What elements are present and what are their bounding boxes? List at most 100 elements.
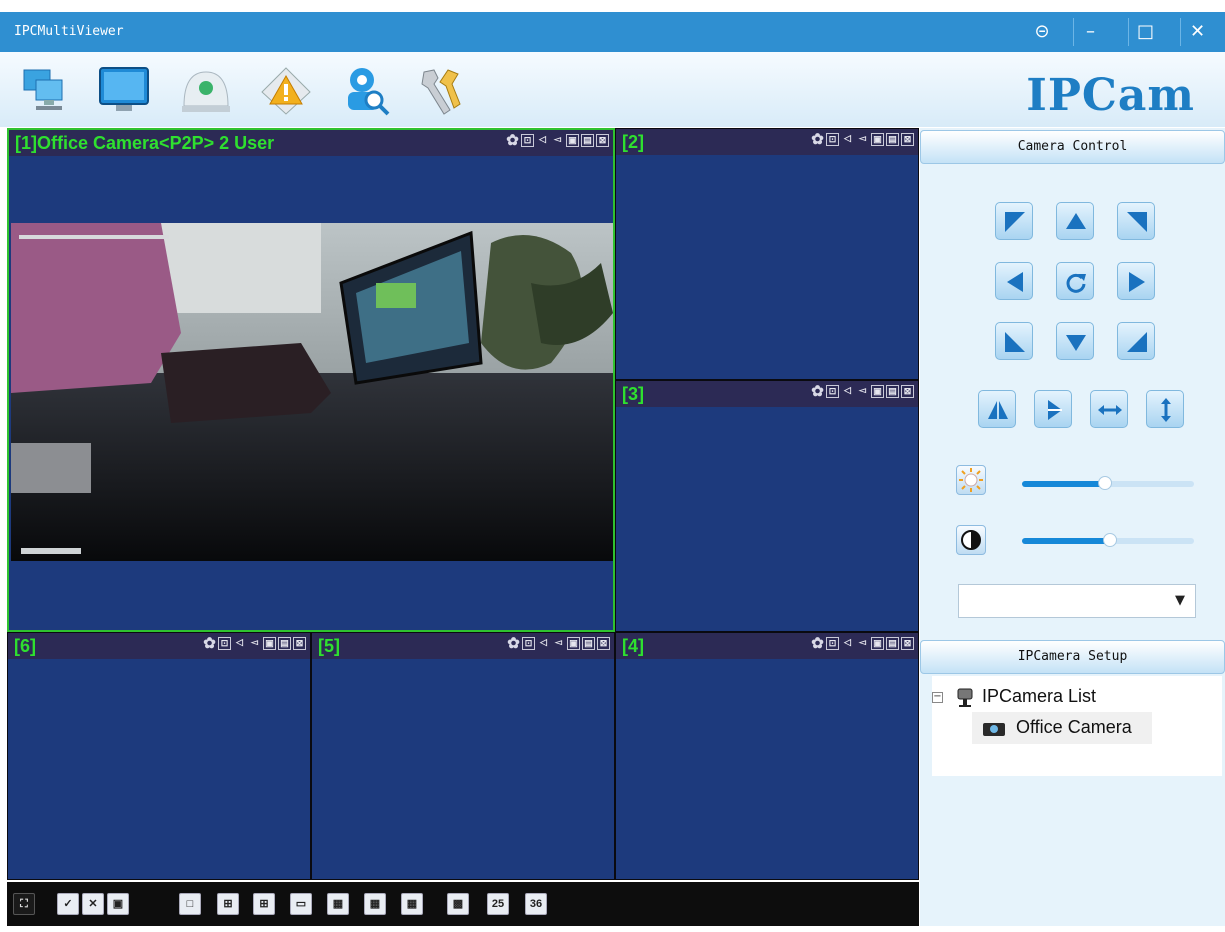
alarm-tool[interactable] [258, 64, 314, 116]
select-all-button[interactable]: ✓ [57, 893, 79, 915]
video-pane-2[interactable]: [2] ✿ ⊡ ◁ ◅ ▣ ▤ ⊠ [615, 128, 919, 380]
record-icon[interactable]: ⊡ [522, 637, 535, 650]
ptz-down-right-button[interactable] [1117, 322, 1155, 360]
ptz-up-right-button[interactable] [1117, 202, 1155, 240]
record-icon[interactable]: ⊡ [826, 133, 839, 146]
layout-10-icon: ▦ [369, 898, 381, 910]
snapshot-icon[interactable]: ▣ [871, 385, 884, 398]
layout-6-button[interactable]: ⊞ [253, 893, 275, 915]
snapshot-icon[interactable]: ▣ [567, 637, 580, 650]
mirror-button[interactable] [1034, 390, 1072, 428]
settings-icon[interactable]: ✿ [811, 132, 824, 147]
settings-icon[interactable]: ✿ [507, 636, 520, 651]
close-icon[interactable]: ⊠ [901, 133, 914, 146]
ptz-down-left-button[interactable] [995, 322, 1033, 360]
settings-icon[interactable]: ✿ [811, 384, 824, 399]
snapshot-all-button[interactable]: ▣ [107, 893, 129, 915]
layout-9-button[interactable]: ▦ [327, 893, 349, 915]
talk-icon[interactable]: ◅ [551, 134, 564, 147]
video-pane-4[interactable]: [4] ✿ ⊡ ◁ ◅ ▣ ▤ ⊠ [615, 632, 919, 880]
close-icon[interactable]: ⊠ [597, 637, 610, 650]
playback-icon[interactable]: ▤ [581, 134, 594, 147]
tree-collapse-icon[interactable]: − [932, 692, 943, 703]
record-tool[interactable] [178, 64, 234, 116]
record-icon[interactable]: ⊡ [826, 385, 839, 398]
audio-icon[interactable]: ◁ [841, 133, 854, 146]
layout-8-button[interactable]: ▭ [290, 893, 312, 915]
brightness-button[interactable] [956, 465, 986, 495]
close-icon[interactable]: ⊠ [901, 385, 914, 398]
camera-control-header[interactable]: Camera Control [920, 130, 1225, 164]
monitor-tool[interactable] [96, 64, 152, 116]
search-camera-tool[interactable] [338, 64, 394, 116]
settings-icon[interactable]: ✿ [203, 636, 216, 651]
audio-icon[interactable]: ◁ [841, 637, 854, 650]
minimize-button[interactable]: – [1073, 18, 1107, 46]
camera-list-tool[interactable] [18, 64, 74, 116]
horizontal-patrol-button[interactable] [1090, 390, 1128, 428]
layout-1-button[interactable]: □ [179, 893, 201, 915]
snapshot-icon[interactable]: ▣ [566, 134, 579, 147]
close-icon[interactable]: ⊠ [293, 637, 306, 650]
close-icon[interactable]: ⊠ [596, 134, 609, 147]
snapshot-icon[interactable]: ▣ [263, 637, 276, 650]
layout-4-button[interactable]: ⊞ [217, 893, 239, 915]
layout-25-button[interactable]: 25 [487, 893, 509, 915]
flip-vertical-button[interactable] [978, 390, 1016, 428]
settings-icon[interactable]: ✿ [811, 636, 824, 651]
close-all-button[interactable]: ✕ [82, 893, 104, 915]
layout-13-button[interactable]: ▦ [401, 893, 423, 915]
layout-36-button[interactable]: 36 [525, 893, 547, 915]
snapshot-icon[interactable]: ▣ [871, 133, 884, 146]
layout-16-button[interactable]: ▩ [447, 893, 469, 915]
brightness-slider-thumb[interactable] [1097, 476, 1112, 490]
close-button[interactable]: ✕ [1180, 18, 1214, 46]
tree-item-office-camera[interactable]: Office Camera [972, 712, 1152, 744]
talk-icon[interactable]: ◅ [856, 133, 869, 146]
tree-root[interactable]: − IPCamera List [932, 684, 1222, 712]
layout-10-button[interactable]: ▦ [364, 893, 386, 915]
menu-button[interactable]: ⊝ [1025, 18, 1059, 46]
video-pane-3[interactable]: [3] ✿ ⊡ ◁ ◅ ▣ ▤ ⊠ [615, 380, 919, 632]
audio-icon[interactable]: ◁ [233, 637, 246, 650]
ptz-up-left-button[interactable] [995, 202, 1033, 240]
playback-icon[interactable]: ▤ [582, 637, 595, 650]
ptz-up-button[interactable] [1056, 202, 1094, 240]
talk-icon[interactable]: ◅ [248, 637, 261, 650]
fullscreen-button[interactable]: ⛶ [13, 893, 35, 915]
ptz-down-button[interactable] [1056, 322, 1094, 360]
brightness-slider[interactable] [1022, 476, 1194, 490]
ptz-right-button[interactable] [1117, 262, 1155, 300]
playback-icon[interactable]: ▤ [278, 637, 291, 650]
record-icon[interactable]: ⊡ [218, 637, 231, 650]
close-icon[interactable]: ⊠ [901, 637, 914, 650]
video-pane-1[interactable]: [1]Office Camera<P2P> 2 User ✿ ⊡ ◁ ◅ ▣ ▤… [7, 128, 615, 632]
talk-icon[interactable]: ◅ [856, 637, 869, 650]
maximize-button[interactable]: □ [1128, 18, 1162, 46]
preset-select[interactable]: ▼ [958, 584, 1196, 618]
playback-icon[interactable]: ▤ [886, 385, 899, 398]
audio-icon[interactable]: ◁ [537, 637, 550, 650]
record-icon[interactable]: ⊡ [826, 637, 839, 650]
playback-icon[interactable]: ▤ [886, 133, 899, 146]
dropdown-arrow-icon[interactable]: ▼ [1165, 585, 1195, 617]
contrast-button[interactable] [956, 525, 986, 555]
audio-icon[interactable]: ◁ [841, 385, 854, 398]
settings-icon[interactable]: ✿ [506, 133, 519, 148]
vertical-patrol-button[interactable] [1146, 390, 1184, 428]
settings-tools-tool[interactable] [414, 64, 470, 116]
ptz-reset-button[interactable] [1056, 262, 1094, 300]
contrast-slider[interactable] [1022, 533, 1194, 547]
audio-icon[interactable]: ◁ [536, 134, 549, 147]
talk-icon[interactable]: ◅ [552, 637, 565, 650]
ipcamera-setup-header[interactable]: IPCamera Setup [920, 640, 1225, 674]
record-icon[interactable]: ⊡ [521, 134, 534, 147]
video-pane-6[interactable]: [6] ✿ ⊡ ◁ ◅ ▣ ▤ ⊠ [7, 632, 311, 880]
video-pane-5[interactable]: [5] ✿ ⊡ ◁ ◅ ▣ ▤ ⊠ [311, 632, 615, 880]
contrast-slider-thumb[interactable] [1102, 533, 1117, 547]
layout-4-icon: ⊞ [223, 898, 233, 910]
playback-icon[interactable]: ▤ [886, 637, 899, 650]
snapshot-icon[interactable]: ▣ [871, 637, 884, 650]
talk-icon[interactable]: ◅ [856, 385, 869, 398]
ptz-left-button[interactable] [995, 262, 1033, 300]
